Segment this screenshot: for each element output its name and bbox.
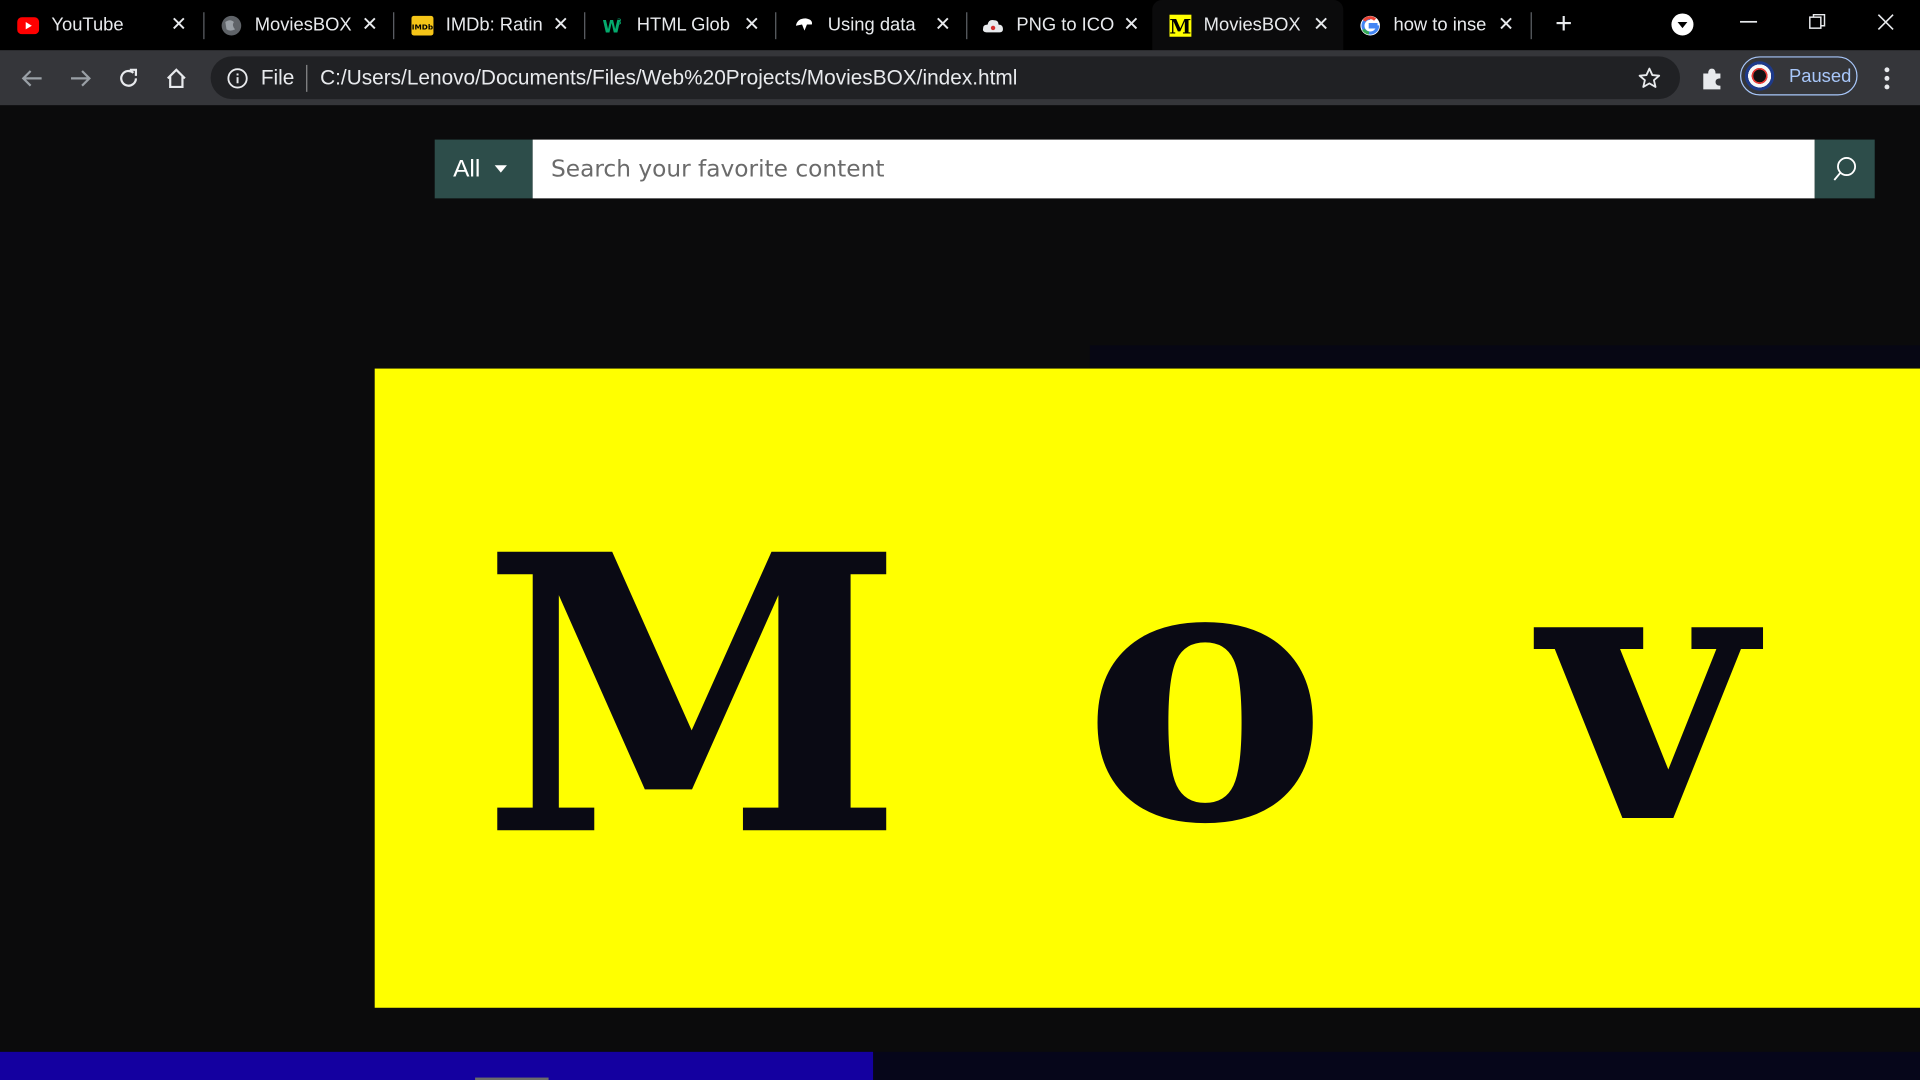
svg-text:3: 3 [617,17,622,26]
mdn-icon [793,14,815,36]
close-icon[interactable]: ✕ [1311,15,1331,36]
restore-icon[interactable] [1783,0,1852,44]
close-icon[interactable]: ✕ [742,15,762,36]
close-icon[interactable]: ✕ [169,15,189,36]
profile-status: Paused [1788,65,1852,87]
kebab-menu-icon[interactable] [1873,64,1900,93]
close-icon[interactable]: ✕ [1496,15,1516,36]
search-icon [1832,157,1856,181]
tab-divider [584,12,586,40]
hero-letter: o [1082,472,1328,905]
tab-divider [1530,12,1532,40]
hero-shadow [1089,345,1920,368]
cloud-icon [982,14,1004,36]
minimize-icon[interactable] [1714,0,1783,44]
close-icon[interactable]: ✕ [933,15,953,36]
tab-divider [966,12,968,40]
category-dropdown[interactable]: All [434,139,533,199]
imdb-icon: IMDb [411,14,434,36]
tab-strip: YouTube ✕ MoviesBOX ✕ IMDb IMDb: Ratin ✕… [0,0,1920,51]
tab-search-icon[interactable] [1648,2,1717,46]
back-arrow-icon[interactable] [17,64,46,93]
browser-toolbar: File C:/Users/Lenovo/Documents/Files/Web… [0,50,1920,106]
close-icon[interactable]: ✕ [551,15,571,36]
globe-icon [220,14,242,36]
url-text[interactable]: C:/Users/Lenovo/Documents/Files/Web%20Pr… [320,66,1017,90]
tab-w3schools[interactable]: W3 HTML Glob ✕ [602,0,773,50]
new-tab-plus-icon[interactable]: + [1548,9,1580,42]
hero-letter: v [1540,472,1754,905]
bookmark-star-icon[interactable] [1636,65,1663,92]
caret-down-icon [494,165,508,173]
search-button[interactable] [1814,139,1875,199]
tab-divider [203,12,205,40]
avatar [1744,61,1775,91]
info-icon[interactable] [225,66,249,90]
progress-fill [0,1051,874,1080]
progress-track [0,1051,1920,1080]
browser-window: YouTube ✕ MoviesBOX ✕ IMDb IMDb: Ratin ✕… [0,0,1920,1080]
hero-letter: M [481,471,905,921]
tab-mdn[interactable]: Using data ✕ [793,0,964,50]
page-viewport: All M o v [0,105,1920,1080]
tab-divider [775,12,777,40]
window-close-icon[interactable] [1851,0,1920,44]
forward-arrow-icon[interactable] [66,64,95,93]
hero-banner: M o v [374,368,1920,1008]
tab-youtube[interactable]: YouTube ✕ [17,0,201,50]
reload-icon[interactable] [114,64,143,93]
google-icon [1359,14,1381,36]
category-label: All [453,154,481,182]
moviesbox-m-icon: M [1169,14,1192,38]
profile-button[interactable]: Paused [1740,56,1858,96]
search-input[interactable] [532,139,1815,199]
address-divider [306,64,308,92]
scheme-label: File [260,65,295,89]
svg-text:M: M [1169,14,1191,38]
tab-imdb[interactable]: IMDb IMDb: Ratin ✕ [411,0,582,50]
extensions-puzzle-icon[interactable] [1697,64,1726,93]
tab-moviesbox-1[interactable]: MoviesBOX ✕ [220,0,391,50]
youtube-icon [17,14,40,36]
tab-google-search[interactable]: how to inse ✕ [1359,0,1528,50]
close-icon[interactable]: ✕ [1122,15,1142,36]
home-icon[interactable] [162,64,191,93]
close-icon[interactable]: ✕ [360,15,380,36]
w3-icon: W3 [602,14,624,36]
svg-text:IMDb: IMDb [412,22,433,31]
tab-divider [393,12,395,40]
tab-png-to-ico[interactable]: PNG to ICO ✕ [982,0,1153,50]
site-search-bar: All [434,139,1875,199]
address-bar[interactable]: File C:/Users/Lenovo/Documents/Files/Web… [210,56,1681,100]
tab-moviesbox-active[interactable]: M MoviesBOX ✕ [1152,0,1344,51]
